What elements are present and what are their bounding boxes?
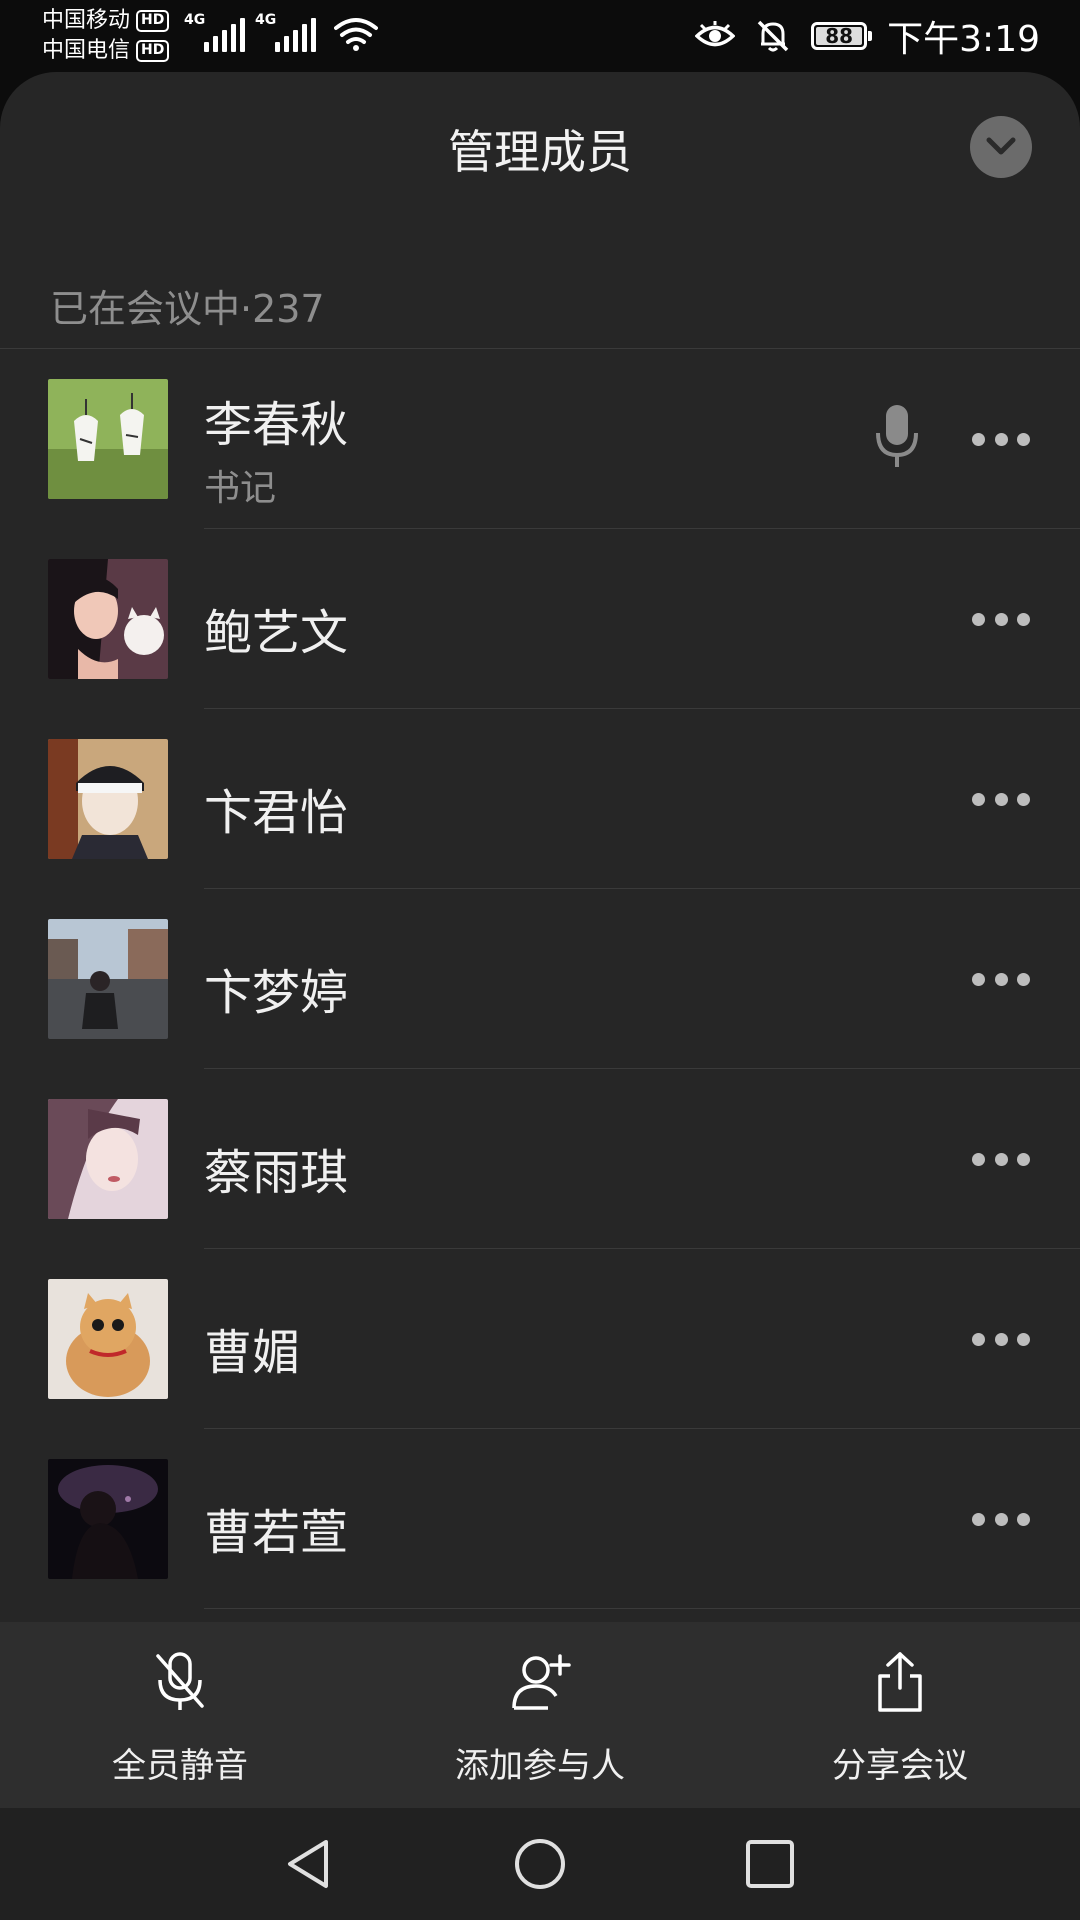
member-row[interactable]: 鲍艺文	[0, 529, 1080, 709]
home-icon[interactable]	[512, 1836, 568, 1892]
divider	[204, 1608, 1080, 1609]
more-options-icon[interactable]	[972, 1147, 1030, 1171]
mute-all-label: 全员静音	[112, 1746, 248, 1786]
member-name: 李春秋	[204, 397, 349, 453]
microphone-icon[interactable]	[874, 403, 920, 469]
share-icon	[878, 1652, 922, 1712]
mute-all-button[interactable]: 全员静音	[0, 1622, 360, 1808]
member-name: 蔡雨琪	[204, 1145, 349, 1201]
app-root: 中国移动 HD 中国电信 HD 4G 4G 88 下午3:19 管理成员 已在会…	[0, 0, 1080, 1920]
recents-icon[interactable]	[742, 1836, 798, 1892]
avatar	[48, 559, 168, 679]
member-name: 曹媚	[204, 1325, 301, 1381]
add-participant-button[interactable]: 添加参与人	[360, 1622, 720, 1808]
carrier-info: 中国移动 HD 中国电信 HD	[42, 6, 170, 66]
battery-icon: 88	[811, 22, 873, 50]
system-navigation-bar	[0, 1808, 1080, 1920]
share-meeting-label: 分享会议	[832, 1746, 968, 1786]
member-row[interactable]: 卞君怡	[0, 709, 1080, 889]
member-list: 李春秋 书记 鲍艺文 卞君怡 卞梦婷 蔡雨琪 曹媚 曹若萱	[0, 349, 1080, 1609]
carrier-2-label: 中国电信	[42, 38, 131, 63]
avatar	[48, 1459, 168, 1579]
more-options-icon[interactable]	[972, 1327, 1030, 1351]
add-participant-label: 添加参与人	[455, 1746, 625, 1786]
member-row[interactable]: 曹若萱	[0, 1429, 1080, 1609]
member-name: 鲍艺文	[204, 605, 349, 661]
more-options-icon[interactable]	[972, 787, 1030, 811]
member-role: 书记	[204, 468, 277, 509]
avatar	[48, 1099, 168, 1219]
carrier-1-label: 中国移动	[42, 8, 131, 33]
member-row[interactable]: 蔡雨琪	[0, 1069, 1080, 1249]
hd-badge: HD	[136, 10, 170, 32]
in-meeting-count-label: 已在会议中·237	[50, 287, 325, 331]
member-name: 曹若萱	[204, 1505, 349, 1561]
bottom-toolbar: 全员静音 添加参与人 分享会议	[0, 1622, 1080, 1808]
eye-icon	[695, 21, 736, 47]
member-row[interactable]: 卞梦婷	[0, 889, 1080, 1069]
avatar	[48, 739, 168, 859]
wifi-icon	[334, 18, 378, 51]
more-options-icon[interactable]	[972, 967, 1030, 991]
more-options-icon[interactable]	[972, 427, 1030, 451]
back-icon[interactable]	[282, 1836, 338, 1892]
share-meeting-button[interactable]: 分享会议	[720, 1622, 1080, 1808]
signal-icon: 4G	[255, 12, 316, 52]
member-name: 卞梦婷	[204, 965, 349, 1021]
avatar	[48, 379, 168, 499]
bell-off-icon	[757, 20, 789, 52]
mic-off-icon	[156, 1652, 204, 1710]
manage-members-sheet: 管理成员 已在会议中·237 李春秋 书记 鲍艺文 卞君怡 卞梦婷 蔡雨琪 曹媚…	[0, 72, 1080, 1808]
status-bar: 中国移动 HD 中国电信 HD 4G 4G 88 下午3:19	[0, 0, 1080, 72]
member-row[interactable]: 曹媚	[0, 1249, 1080, 1429]
page-title: 管理成员	[448, 125, 632, 179]
sheet-header: 管理成员	[0, 72, 1080, 232]
more-options-icon[interactable]	[972, 607, 1030, 631]
avatar	[48, 1279, 168, 1399]
collapse-button[interactable]	[970, 116, 1032, 178]
signal-icon: 4G	[184, 12, 245, 52]
clock: 下午3:19	[887, 19, 1040, 60]
add-user-icon	[512, 1654, 571, 1710]
hd-badge: HD	[136, 40, 170, 62]
network-type-label: 4G	[184, 12, 206, 28]
signal-indicators: 4G 4G	[184, 12, 378, 52]
more-options-icon[interactable]	[972, 1507, 1030, 1531]
battery-level: 88	[825, 24, 854, 48]
avatar	[48, 919, 168, 1039]
member-row[interactable]: 李春秋 书记	[0, 349, 1080, 529]
member-name: 卞君怡	[204, 785, 349, 841]
chevron-down-icon	[986, 137, 1016, 155]
network-type-label: 4G	[255, 12, 277, 28]
